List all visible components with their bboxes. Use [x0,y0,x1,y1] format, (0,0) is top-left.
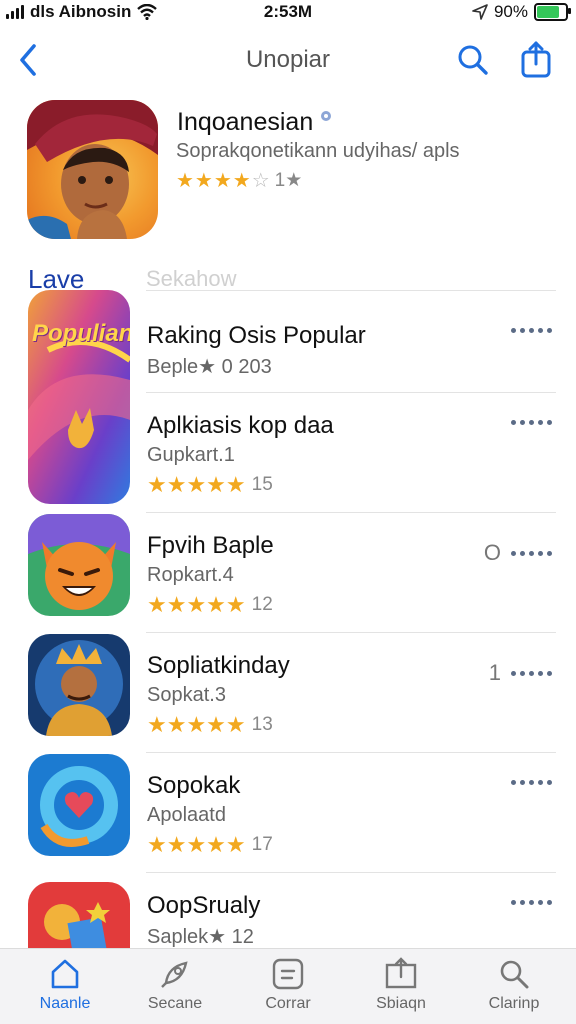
row-extra-text: 1 [488,660,501,685]
location-icon [472,4,488,20]
more-button[interactable]: O [484,540,552,566]
app-subtitle: Apolaatd [147,804,226,826]
featured-app-rating: ★★★★☆ 1★ [176,168,302,193]
status-right: 90% [472,2,571,22]
more-button[interactable] [511,328,552,333]
search-icon [500,960,529,989]
app-name: Raking Osis Popular [147,322,366,349]
featured-app-icon [27,100,158,239]
tab-search[interactable]: Clarinp [459,957,569,1013]
search-button[interactable] [456,42,490,78]
more-button[interactable] [511,780,552,785]
featured-app-title: Inqoanesian [177,108,332,137]
row-divider [146,512,556,513]
app-rating: ★★★★★ 12 [147,592,273,618]
list-item[interactable]: Sopliatkinday Sopkat.3 ★★★★★ 13 1 [0,632,576,754]
app-subtitle: Ropkart.4 [147,564,234,586]
rating-count: 15 [251,474,273,495]
tab-arcade[interactable]: Sbiaqn [346,957,456,1013]
rating-stars: ★★★★★ [147,592,246,617]
tab-bar: Naanle Secane Corrar Sbiaqn Clarinp [0,948,576,1024]
app-rating: ★★★★★ 15 [147,472,273,498]
list-item[interactable]: Fpvih Baple Ropkart.4 ★★★★★ 12 O [0,512,576,634]
app-name: Sopokak [147,772,241,799]
ellipsis-icon [511,670,552,676]
rating-count: 1★ [274,170,303,191]
tab-label: Corrar [265,995,311,1012]
section-see-all-link[interactable]: Sekahow [146,266,237,292]
status-bar: dls Aibnosin 2:53M 90% [0,0,576,26]
app-list: Populian Raking Osis Popular Beple★ 0 203 A… [0,290,576,948]
featured-app[interactable]: Inqoanesian Soprakqonetikann udyihas/ ap… [0,98,576,248]
tab-label: Clarinp [488,995,540,1012]
nav-bar: Unopiar [0,36,576,84]
search-icon [458,45,488,75]
app-rating: ★★★★★ 13 [147,712,273,738]
ellipsis-icon [511,328,552,333]
ellipsis-icon [511,420,552,425]
ellipsis-icon [511,900,552,905]
arcade-icon [385,957,417,989]
app-name: OopSrualy [147,892,261,919]
tab-games[interactable]: Secane [120,957,230,1013]
app-icon [28,754,130,856]
app-subtitle: Gupkart.1 [147,444,235,466]
more-button[interactable] [511,420,552,425]
battery-icon [534,3,571,21]
row-divider [146,392,556,393]
row-divider [146,872,556,873]
row-divider [146,290,556,291]
share-icon [521,41,551,78]
rating-stars: ★★★★☆ [176,170,271,192]
share-button[interactable] [518,40,554,80]
tab-label: Secane [147,995,203,1012]
rating-count: 12 [251,594,273,615]
tab-today[interactable]: Naanle [10,957,120,1013]
rating-stars: ★★★★★ [147,472,246,497]
app-subtitle: Sopkat.3 [147,684,226,706]
app-icon [28,514,130,616]
home-icon [51,959,79,989]
list-item[interactable]: Sopokak Apolaatd ★★★★★ 17 [0,752,576,874]
ellipsis-icon [511,550,552,556]
rating-count: 17 [251,834,273,855]
app-name: Sopliatkinday [147,652,290,679]
more-button[interactable]: 1 [489,660,552,686]
app-rating: ★★★★★ 17 [147,832,273,858]
row-divider [146,632,556,633]
rating-stars: ★★★★★ [147,712,246,737]
tab-label: Sbiaqn [376,995,426,1012]
tab-label: Naanle [39,995,91,1012]
rating-count: 13 [251,714,273,735]
list-item[interactable]: Aplkiasis kop daa Gupkart.1 ★★★★★ 15 [0,392,576,514]
rocket-icon [161,961,188,988]
row-extra-text: O [483,540,501,565]
app-icon [28,634,130,736]
app-icon [28,882,130,948]
app-name: Aplkiasis kop daa [147,412,334,439]
battery-percent: 90% [493,2,528,21]
featured-app-subtitle: Soprakqonetikann udyihas/ apls [176,140,460,162]
apps-icon [272,958,304,990]
list-item[interactable]: OopSrualy Saplek★ 12 [0,872,576,948]
row-divider [146,752,556,753]
app-icon-label: Populian [32,320,130,347]
more-button[interactable] [511,900,552,905]
tab-apps[interactable]: Corrar [233,957,343,1013]
badge-icon [321,111,332,121]
app-name: Fpvih Baple [147,532,274,559]
rating-stars: ★★★★★ [147,832,246,857]
app-subtitle: Beple★ 0 203 [147,356,272,378]
ellipsis-icon [511,780,552,785]
app-subtitle: Saplek★ 12 [147,926,254,948]
app-store-screen: dls Aibnosin 2:53M 90% Unopiar Inqoanesi… [0,0,576,1024]
battery-level [537,6,559,18]
